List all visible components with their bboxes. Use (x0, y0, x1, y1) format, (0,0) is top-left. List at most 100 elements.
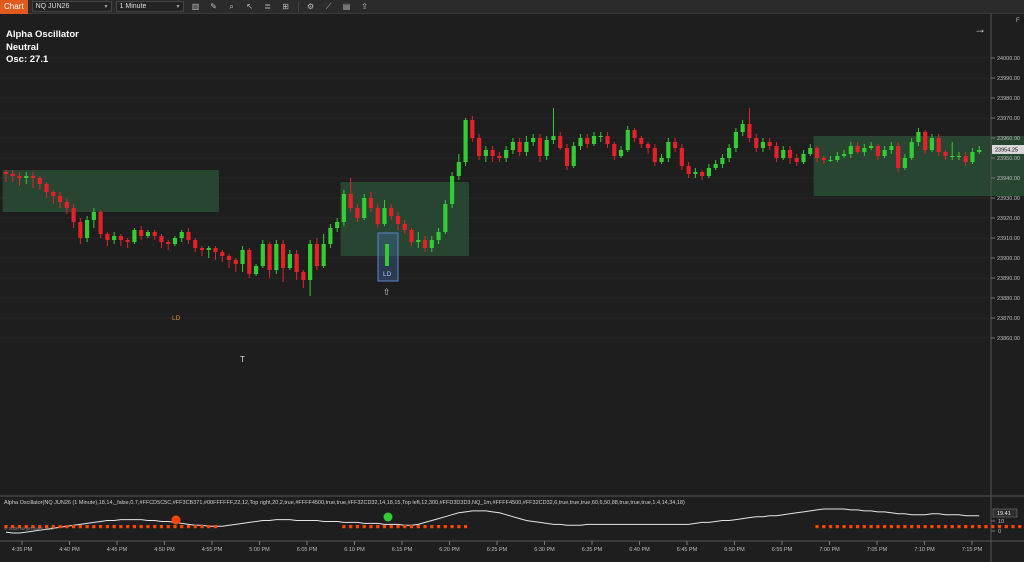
candle-down (923, 132, 928, 150)
signal-square (58, 525, 62, 529)
drawing-icon[interactable]: ⟋ (323, 1, 335, 13)
candle-down (639, 138, 644, 144)
signal-square (970, 525, 975, 529)
ld-marker: LD (172, 315, 181, 322)
candle-down (537, 138, 543, 156)
signal-square (842, 525, 846, 529)
time-tick-label: 5:00 PM (249, 547, 270, 553)
up-arrow-icon: ⇧ (383, 288, 391, 298)
zoom-icon[interactable]: ⌕ (226, 1, 238, 13)
candle-up (977, 150, 982, 152)
instrument-selector[interactable]: NQ JUN26 ▾ (31, 1, 112, 12)
candle-up (240, 250, 245, 264)
signal-square (166, 525, 170, 529)
candle-down (517, 142, 522, 152)
candle-up (929, 138, 935, 150)
signal-square (1004, 525, 1008, 529)
chart-window: Chart NQ JUN26 ▾ 1 Minute ▾ ▥ ✎ ⌕ ↖ ≣ ⊞ … (0, 0, 1024, 562)
interval-selector[interactable]: 1 Minute ▾ (115, 1, 184, 12)
candle-up (916, 132, 921, 142)
candle-down (118, 236, 123, 240)
candle-down (3, 172, 9, 174)
candle-up (260, 244, 265, 266)
candle-up (504, 150, 509, 158)
candle-up (179, 232, 184, 238)
strategies-icon[interactable]: ⚙ (305, 1, 317, 13)
signal-square (957, 525, 961, 529)
candle-up (551, 136, 556, 140)
candle-down (470, 120, 475, 138)
scroll-right-arrow-icon[interactable]: → (974, 22, 986, 36)
candle-up (841, 154, 847, 156)
candle-up (598, 136, 603, 137)
price-chart[interactable]: LDTLD⇧ 24000.0023990.0023980.0023970.002… (0, 14, 1024, 562)
candle-up (571, 146, 576, 166)
pencil-icon[interactable]: ✎ (208, 1, 220, 13)
candle-down (558, 136, 563, 148)
chevron-down-icon: ▾ (104, 4, 108, 10)
properties-icon[interactable]: ≣ (262, 1, 274, 13)
candle-up (362, 198, 367, 218)
data-box-icon[interactable]: ▤ (341, 1, 353, 13)
candle-up (172, 238, 178, 244)
candle-down (564, 148, 570, 166)
volatility-zone (340, 182, 469, 256)
time-tick-label: 6:30 PM (534, 547, 555, 553)
candle-down (159, 236, 164, 242)
candle-down (220, 252, 225, 256)
price-tick-label: 23940.00 (997, 176, 1020, 182)
osc-value-label: 19.41 (997, 511, 1011, 517)
candle-up (443, 204, 448, 232)
indicator-state: Neutral (6, 41, 39, 53)
price-tick-label: 23980.00 (997, 96, 1020, 102)
signal-square (186, 525, 191, 529)
time-tick-label: 6:45 PM (677, 547, 698, 553)
candle-down (64, 202, 69, 208)
candle-down (186, 232, 191, 240)
signal-square (112, 525, 116, 529)
candle-up (85, 220, 90, 238)
cursor-icon[interactable]: ↖ (244, 1, 256, 13)
bars-icon[interactable]: ▥ (190, 1, 202, 13)
share-icon[interactable]: ⇪ (359, 1, 371, 13)
candle-down (267, 244, 272, 270)
candle-up (666, 142, 671, 158)
candle-down (105, 234, 110, 240)
signal-candle (385, 244, 389, 266)
candle-up (848, 146, 853, 154)
candle-down (754, 138, 759, 148)
signal-square (977, 525, 981, 529)
candle-up (693, 172, 698, 174)
signal-square (200, 525, 204, 529)
candle-down (774, 146, 779, 158)
signal-square (403, 525, 407, 529)
candle-down (645, 144, 651, 148)
time-tick-label: 4:35 PM (12, 547, 33, 553)
candle-up (760, 142, 766, 148)
tab-chart[interactable]: Chart (0, 0, 28, 14)
price-tick-label: 23900.00 (997, 256, 1020, 262)
candle-up (882, 150, 887, 156)
candle-down (490, 150, 495, 156)
current-price-label: 23954.25 (995, 148, 1018, 154)
time-tick-label: 6:20 PM (439, 547, 460, 553)
template-icon[interactable]: ⊞ (280, 1, 292, 13)
signal-square (964, 525, 968, 529)
chart-toolbar: Chart NQ JUN26 ▾ 1 Minute ▾ ▥ ✎ ⌕ ↖ ≣ ⊞ … (0, 0, 1024, 14)
signal-square (355, 525, 360, 529)
signal-square (342, 525, 346, 529)
candle-down (936, 138, 941, 152)
candle-down (747, 124, 752, 138)
signal-square (78, 525, 82, 529)
candle-down (409, 230, 414, 242)
osc-dot-bearish (171, 515, 181, 525)
candle-up (801, 154, 806, 162)
signal-square (99, 525, 103, 529)
candle-up (206, 248, 211, 250)
axes: 24000.00 23990.00 23980.00 23970.00 23960.00… (0, 14, 1024, 562)
signal-square (822, 525, 826, 529)
candle-up (835, 156, 840, 160)
time-tick-label: 6:25 PM (487, 547, 508, 553)
price-tick-label: 23910.00 (997, 236, 1020, 242)
candle-up (308, 244, 313, 280)
